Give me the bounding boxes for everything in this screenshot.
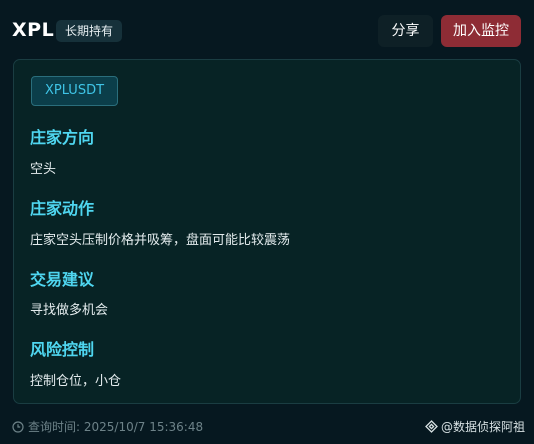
header-bar: XPL 长期持有 分享 加入监控 <box>0 0 534 58</box>
brand-text: @数据侦探阿祖 <box>440 420 525 434</box>
symbol-title: XPL <box>12 19 55 41</box>
section-text-maker-action: 庄家空头压制价格并吸筹，盘面可能比较震荡 <box>30 233 291 248</box>
section-text-trade-advice: 寻找做多机会 <box>30 303 109 318</box>
footer-brand: @数据侦探阿祖 <box>425 418 525 436</box>
section-title-trade-advice: 交易建议 <box>30 270 95 289</box>
section-text-maker-direction: 空头 <box>30 162 57 177</box>
analysis-card: XPLUSDT 庄家方向 空头 庄家动作 庄家空头压制价格并吸筹，盘面可能比较震… <box>13 59 521 404</box>
share-button[interactable]: 分享 <box>378 15 433 47</box>
binance-logo-icon <box>425 420 438 436</box>
section-title-maker-direction: 庄家方向 <box>30 128 95 147</box>
section-text-risk-control: 控制仓位，小仓 <box>30 374 122 389</box>
footer-query-time: 查询时间: 2025/10/7 15:36:48 <box>12 418 203 436</box>
section-title-maker-action: 庄家动作 <box>30 199 95 218</box>
hold-period-badge: 长期持有 <box>56 20 123 42</box>
trading-pair-tag: XPLUSDT <box>31 76 118 106</box>
section-title-risk-control: 风险控制 <box>30 340 95 359</box>
clock-icon <box>12 421 24 436</box>
add-to-watch-button[interactable]: 加入监控 <box>441 15 521 47</box>
query-time-text: 查询时间: 2025/10/7 15:36:48 <box>28 420 204 434</box>
